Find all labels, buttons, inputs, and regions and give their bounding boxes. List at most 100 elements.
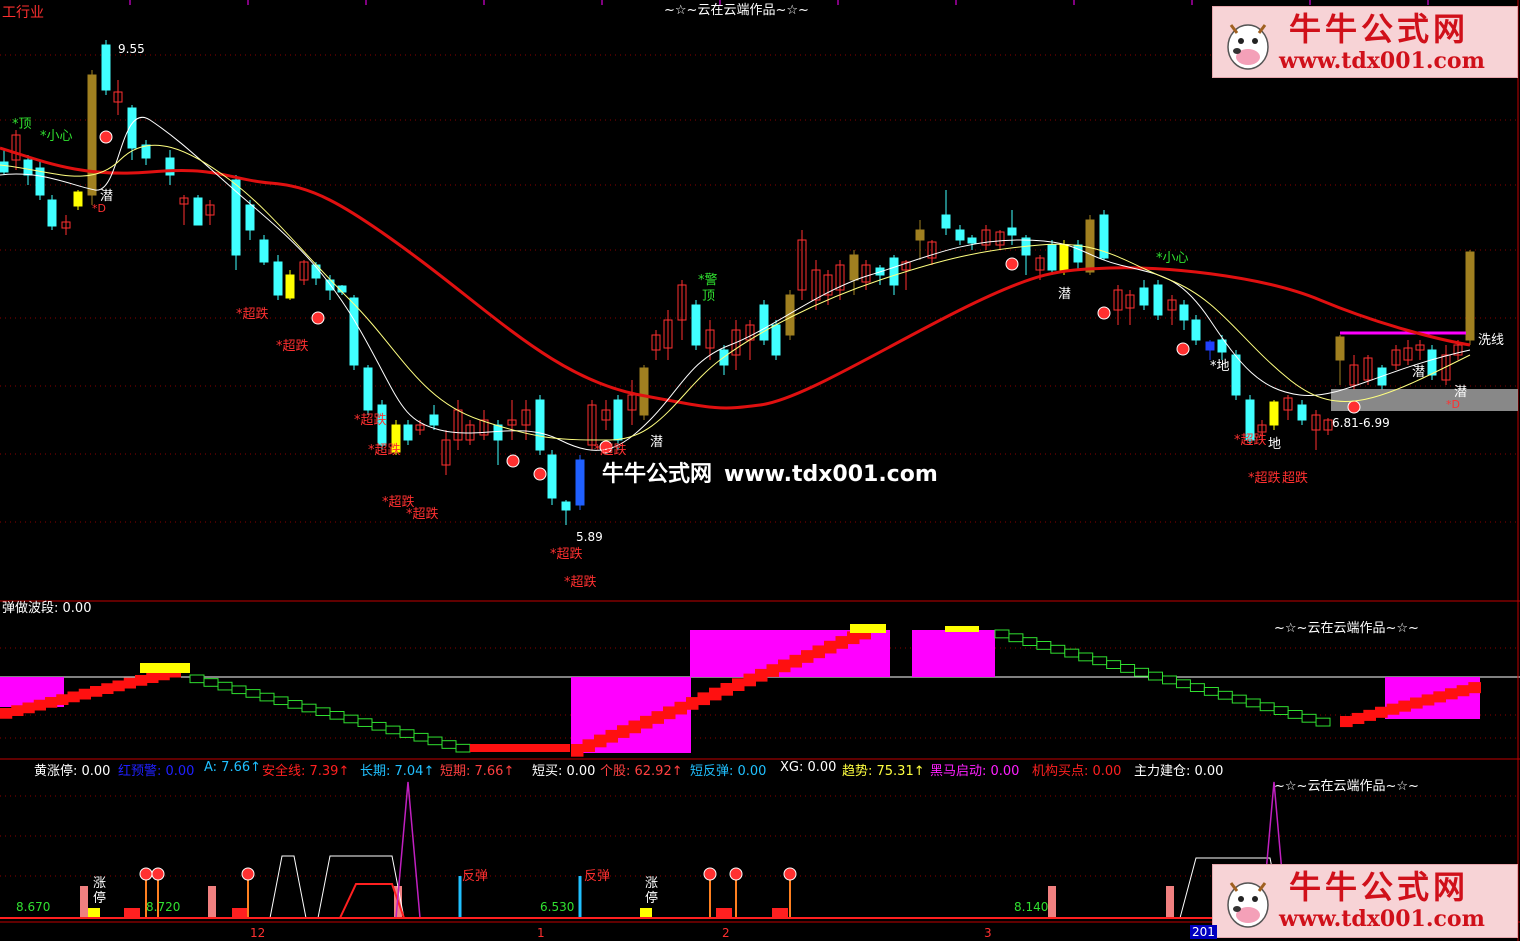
annotation-oversold-10: *超跌 xyxy=(1234,433,1267,448)
wave-step-up xyxy=(743,673,756,687)
marker-fantan-1: 反弹 xyxy=(462,869,489,884)
candlesticks xyxy=(0,40,1518,525)
indicator-1: 红预警: 0.00 xyxy=(118,764,195,779)
cow-icon xyxy=(1227,882,1269,928)
wave-step-down xyxy=(1120,664,1136,673)
signal-bar xyxy=(208,886,216,918)
annotation-qian-2: 潜 xyxy=(650,435,664,450)
indicator-9: XG: 0.00 xyxy=(780,760,837,775)
marker-fantan-2: 反弹 xyxy=(584,869,611,884)
wave-step-down xyxy=(1064,648,1080,658)
wave-step-down xyxy=(1175,679,1191,689)
candle-body xyxy=(1047,244,1057,271)
signal-ball-icon xyxy=(703,867,717,881)
wave-step-up xyxy=(1410,697,1423,709)
time-label-dec: 12 xyxy=(250,926,266,940)
wave-step-up xyxy=(663,706,676,720)
wave-step-up xyxy=(22,702,35,714)
wave-bottom xyxy=(470,744,570,752)
wave-step-down xyxy=(231,685,247,695)
marker-value-1: 8.670 xyxy=(16,900,51,914)
wave-step-up xyxy=(146,672,159,683)
wave-step-down xyxy=(301,703,317,713)
wave-top xyxy=(140,663,190,673)
annotation-caution-2: *小心 xyxy=(1156,251,1189,266)
wave-step-down xyxy=(385,725,401,735)
signal-ball-icon xyxy=(151,867,165,881)
wave-step-up xyxy=(1398,700,1411,712)
signal-ball-icon xyxy=(1176,342,1190,356)
annotation-top-2: 顶 xyxy=(702,289,716,304)
wave-step-up xyxy=(605,729,618,743)
annotation-qian-3: 潜 xyxy=(1058,287,1072,302)
wave-step-down xyxy=(1008,633,1024,643)
grid-lines xyxy=(0,0,1518,877)
indicator-0: 黄涨停: 0.00 xyxy=(34,764,111,779)
signal-ball-icon xyxy=(241,867,255,881)
wave-step-up xyxy=(571,744,584,757)
indicator-status-line: 黄涨停: 0.00 红预警: 0.00 A: 7.66↑ 安全线: 7.39↑ 长期: … xyxy=(0,760,1520,779)
candle-body xyxy=(771,324,781,356)
wave-step-up xyxy=(617,725,630,738)
candle-body xyxy=(613,399,623,441)
wave-step-up xyxy=(123,677,136,689)
wave-step-up xyxy=(812,645,825,659)
candle-body xyxy=(1335,336,1345,361)
annotation-d-1: *D xyxy=(92,202,106,215)
candle-body xyxy=(759,304,769,341)
wave-panel xyxy=(0,624,1481,757)
ma-long-line xyxy=(0,146,1471,410)
panel2-title-text: 弹做波段: xyxy=(2,601,59,616)
wave-step-down xyxy=(455,743,471,753)
indicator-5: 短期: 7.66↑ xyxy=(440,764,515,779)
signal-ball-icon xyxy=(506,454,520,468)
signal-ball-icon xyxy=(1347,400,1361,414)
candle-body xyxy=(1191,319,1201,341)
trend-trapezoid xyxy=(317,855,405,919)
candle-body xyxy=(691,304,701,346)
annotation-warn: *警 xyxy=(698,273,718,288)
wave-step-down xyxy=(217,681,233,691)
panel2-value: 0.00 xyxy=(62,601,92,616)
annotation-oversold-8: *超跌 xyxy=(550,547,583,562)
wave-step-up xyxy=(755,668,768,682)
wave-step-up xyxy=(697,692,710,706)
wave-step-up xyxy=(778,659,791,673)
candle-body xyxy=(349,297,359,366)
wave-step-down xyxy=(1259,702,1275,712)
signal-block xyxy=(124,908,140,918)
wave-step-up xyxy=(594,734,607,748)
brand-logo-bottom: 牛牛公式网 www.tdx001.com xyxy=(1212,864,1518,938)
candle-body xyxy=(955,229,965,241)
trend-trapezoid xyxy=(269,855,307,919)
wave-step-up xyxy=(90,686,103,697)
signal-ball-icon xyxy=(783,867,797,881)
candle-body xyxy=(73,191,83,207)
wave-step-down xyxy=(315,707,331,716)
logo-brand-text: 牛牛公式网 xyxy=(1289,868,1470,906)
annotation-ground-2: 地 xyxy=(1268,437,1282,452)
candle-body xyxy=(1153,284,1163,316)
wave-step-up xyxy=(1433,691,1446,703)
indicator-7: 个股: 62.92↑ xyxy=(600,764,683,779)
wave-step-down xyxy=(329,711,345,720)
marker-value-2: 8.720 xyxy=(146,900,181,914)
indicator-2: A: 7.66↑ xyxy=(204,760,262,775)
annotation-qian-4: 潜 xyxy=(1412,365,1426,380)
candle-body xyxy=(967,237,977,244)
annotation-top: *顶 xyxy=(12,117,32,132)
wave-step-up xyxy=(720,683,733,696)
candle-body xyxy=(363,367,373,411)
annotation-d-2: *D xyxy=(1446,398,1460,411)
wave-step-up xyxy=(1468,682,1481,694)
signal-bar xyxy=(1166,886,1174,918)
annotation-oversold-6: *超跌 xyxy=(406,507,439,522)
candle-body xyxy=(1059,244,1069,271)
wave-step-down xyxy=(441,740,457,749)
annotation-oversold-12: 超跌 xyxy=(1282,471,1309,486)
indicator-4: 长期: 7.04↑ xyxy=(360,764,435,779)
candle-body xyxy=(1007,227,1017,236)
wave-step-down xyxy=(1148,671,1163,681)
stock-chart-window[interactable]: 工行业 ~☆~云在云端作品~☆~ 9.55 5.89 6.81-6.99 洗线 … xyxy=(0,0,1520,941)
wave-step-down xyxy=(1315,717,1331,727)
